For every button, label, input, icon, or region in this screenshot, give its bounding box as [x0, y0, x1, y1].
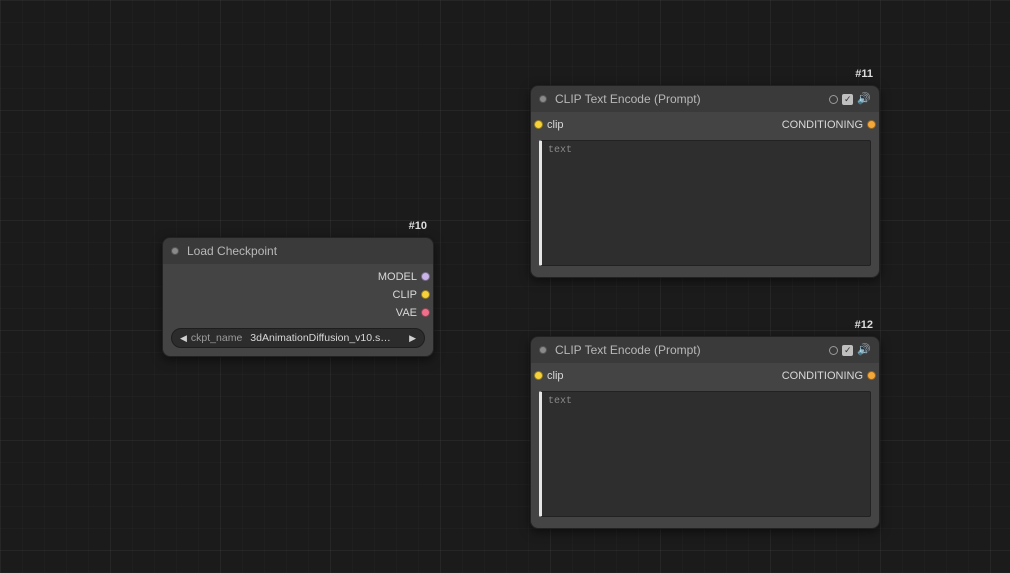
status-dot-icon: [539, 95, 547, 103]
output-port-conditioning[interactable]: [867, 371, 876, 380]
node-id-badge: #12: [855, 319, 873, 331]
node-title-text: CLIP Text Encode (Prompt): [555, 92, 701, 106]
node-body: clip CONDITIONING: [531, 363, 879, 528]
node-body: clip CONDITIONING: [531, 112, 879, 277]
output-port-model[interactable]: [421, 272, 430, 281]
output-label: MODEL: [378, 271, 417, 283]
prompt-textarea[interactable]: [539, 391, 871, 517]
output-port-clip[interactable]: [421, 290, 430, 299]
node-title-text: Load Checkpoint: [187, 244, 277, 258]
output-row-model: MODEL: [163, 268, 433, 286]
widget-value: 3dAnimationDiffusion_v10.s…: [250, 332, 407, 344]
output-label: CLIP: [393, 289, 417, 301]
text-widget: [539, 140, 871, 269]
chevron-right-icon[interactable]: ▶: [407, 333, 418, 344]
node-clip-text-encode-a[interactable]: #11 CLIP Text Encode (Prompt) ✓ 🔊 clip C…: [530, 85, 880, 278]
enable-checkbox[interactable]: ✓: [842, 345, 853, 356]
enable-checkbox[interactable]: ✓: [842, 94, 853, 105]
collapse-toggle-icon[interactable]: [829, 346, 838, 355]
output-port-conditioning[interactable]: [867, 120, 876, 129]
chevron-left-icon[interactable]: ◀: [178, 333, 189, 344]
output-label: CONDITIONING: [782, 119, 863, 131]
input-port-clip[interactable]: [534, 120, 543, 129]
status-dot-icon: [539, 346, 547, 354]
status-dot-icon: [171, 247, 179, 255]
node-id-badge: #11: [855, 68, 873, 80]
io-row: clip CONDITIONING: [531, 367, 879, 385]
node-title-text: CLIP Text Encode (Prompt): [555, 343, 701, 357]
io-row: clip CONDITIONING: [531, 116, 879, 134]
output-port-vae[interactable]: [421, 308, 430, 317]
node-header-controls: ✓ 🔊: [829, 337, 871, 363]
sound-icon[interactable]: 🔊: [857, 345, 871, 356]
input-port-clip[interactable]: [534, 371, 543, 380]
node-load-checkpoint[interactable]: #10 Load Checkpoint MODEL CLIP VAE ◀ ckp…: [162, 237, 434, 357]
output-label: CONDITIONING: [782, 370, 863, 382]
collapse-toggle-icon[interactable]: [829, 95, 838, 104]
prompt-textarea[interactable]: [539, 140, 871, 266]
input-label: clip: [547, 119, 564, 131]
widget-name: ckpt_name: [191, 332, 242, 344]
node-clip-text-encode-b[interactable]: #12 CLIP Text Encode (Prompt) ✓ 🔊 clip C…: [530, 336, 880, 529]
sound-icon[interactable]: 🔊: [857, 94, 871, 105]
output-row-clip: CLIP: [163, 286, 433, 304]
node-body: MODEL CLIP VAE ◀ ckpt_name 3dAnimationDi…: [163, 264, 433, 356]
node-id-badge: #10: [409, 220, 427, 232]
output-label: VAE: [396, 307, 417, 319]
text-widget: [539, 391, 871, 520]
ckpt-name-selector[interactable]: ◀ ckpt_name 3dAnimationDiffusion_v10.s… …: [171, 328, 425, 348]
node-header-controls: ✓ 🔊: [829, 86, 871, 112]
node-title-bar[interactable]: CLIP Text Encode (Prompt) ✓ 🔊: [531, 337, 879, 363]
node-title-bar[interactable]: Load Checkpoint: [163, 238, 433, 264]
node-title-bar[interactable]: CLIP Text Encode (Prompt) ✓ 🔊: [531, 86, 879, 112]
input-label: clip: [547, 370, 564, 382]
output-row-vae: VAE: [163, 304, 433, 322]
